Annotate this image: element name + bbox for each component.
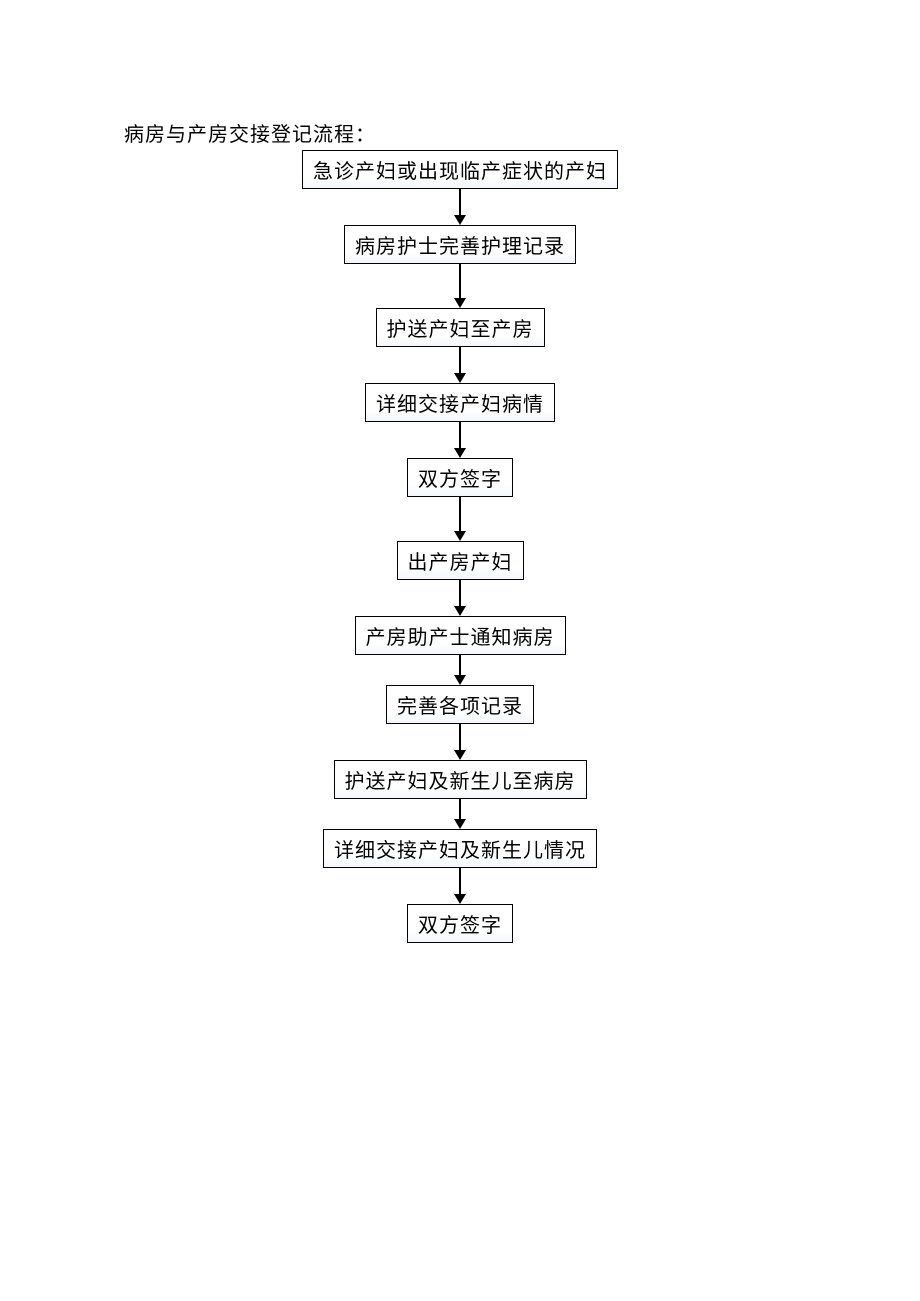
arrow-icon [454,497,466,541]
arrow-icon [454,422,466,458]
arrow-icon [454,724,466,760]
flow-step-5: 出产房产妇 [397,541,524,580]
flow-step-9: 详细交接产妇及新生儿情况 [323,829,597,868]
flow-step-4: 双方签字 [407,458,513,497]
flowchart-container: 急诊产妇或出现临产症状的产妇 病房护士完善护理记录 护送产妇至产房 详细交接产妇… [302,150,618,943]
flow-step-7: 完善各项记录 [386,685,534,724]
flow-step-3: 详细交接产妇病情 [365,383,555,422]
flow-step-8: 护送产妇及新生儿至病房 [334,760,587,799]
flow-step-1: 病房护士完善护理记录 [344,225,576,264]
arrow-icon [454,264,466,308]
flow-step-10: 双方签字 [407,904,513,943]
arrow-icon [454,868,466,904]
flow-step-2: 护送产妇至产房 [376,308,545,347]
page-title: 病房与产房交接登记流程： [124,118,376,147]
arrow-icon [454,580,466,616]
arrow-icon [454,799,466,829]
arrow-icon [454,655,466,685]
flow-step-0: 急诊产妇或出现临产症状的产妇 [302,150,618,189]
arrow-icon [454,347,466,383]
arrow-icon [454,189,466,225]
flow-step-6: 产房助产士通知病房 [355,616,566,655]
